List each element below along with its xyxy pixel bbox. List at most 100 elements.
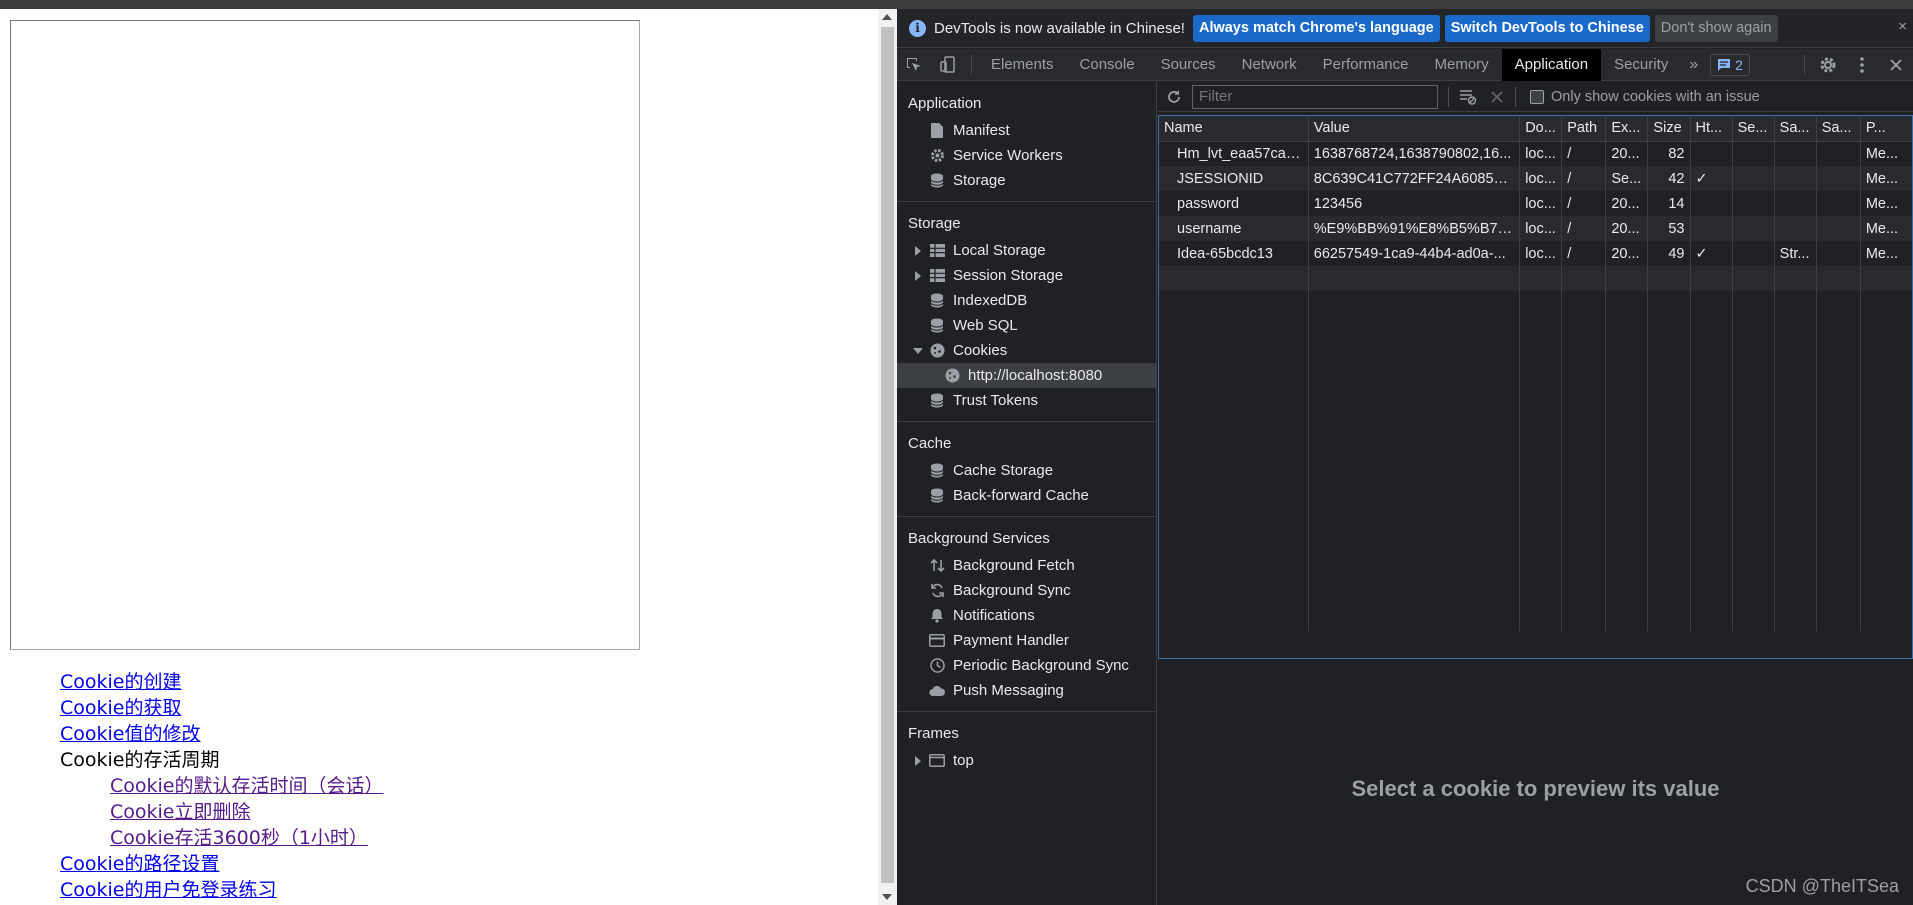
collapse-arrow-icon[interactable] [913,348,923,354]
table-cell: Me... [1860,216,1912,241]
only-issue-checkbox[interactable] [1530,89,1544,104]
delete-icon[interactable] [1491,90,1503,103]
sidebar-item-label: Payment Handler [953,632,1069,649]
scroll-up-arrow-icon[interactable] [882,14,892,20]
inspect-element-icon[interactable] [897,49,931,81]
page-link[interactable]: Cookie的路径设置 [60,851,384,877]
tab-application[interactable]: Application [1501,48,1602,81]
only-issue-label: Only show cookies with an issue [1551,88,1760,105]
page-link[interactable]: Cookie存活3600秒（1小时） [60,825,384,851]
table-cell [1860,266,1912,291]
tab-elements[interactable]: Elements [978,49,1067,81]
close-icon[interactable]: × [1898,18,1907,35]
page-link[interactable]: Cookie的创建 [60,669,384,695]
sidebar-item-local-storage[interactable]: Local Storage [897,238,1156,263]
sidebar-item-background-fetch[interactable]: Background Fetch [897,553,1156,578]
filter-input[interactable] [1192,84,1438,109]
expand-arrow-icon[interactable] [915,756,921,766]
table-cell [1774,266,1817,291]
sidebar-item-cookies[interactable]: Cookies [897,338,1156,363]
column-header[interactable]: Se... [1732,116,1775,142]
table-cell [1690,291,1733,631]
tab-console[interactable]: Console [1067,49,1148,81]
tab-memory[interactable]: Memory [1422,49,1502,81]
page-link[interactable]: Cookie的默认存活时间（会话） [60,773,384,799]
table-cell: 123456 [1308,191,1521,216]
sidebar-item-web-sql[interactable]: Web SQL [897,313,1156,338]
dont-show-again-button[interactable]: Don't show again [1654,14,1778,42]
expand-arrow-icon[interactable] [915,271,921,281]
table-cell: ✓ [1690,241,1733,266]
sidebar-item-background-sync[interactable]: Background Sync [897,578,1156,603]
tab-performance[interactable]: Performance [1310,49,1422,81]
column-header[interactable]: Name [1159,116,1309,142]
column-header[interactable]: Do... [1519,116,1563,142]
table-row[interactable]: username %E9%BB%91%E8%B5%B7%... loc.../20.… [1159,216,1912,241]
sidebar-item-indexeddb[interactable]: IndexedDB [897,288,1156,313]
sidebar-item-label: top [953,752,974,769]
table-row[interactable]: Hm_lvt_eaa57ca4... 1638768724,1638790802,… [1159,141,1912,166]
issues-badge[interactable]: 2 [1710,53,1750,76]
database-icon [929,173,945,189]
scroll-down-arrow-icon[interactable] [882,894,892,900]
sidebar-item-service-workers[interactable]: Service Workers [897,143,1156,168]
application-sidebar: Application Manifest Service Workers Sto… [897,82,1157,905]
more-tabs-icon[interactable]: » [1681,56,1706,74]
page-scrollbar[interactable] [878,9,897,905]
page-link[interactable]: Cookie立即删除 [60,799,384,825]
column-header[interactable]: Sa... [1774,116,1817,142]
table-cell: 20... [1605,141,1649,166]
column-header[interactable]: Path [1561,116,1607,142]
column-header[interactable]: Ex... [1605,116,1649,142]
cookie-icon [944,368,960,384]
issues-count: 2 [1735,56,1743,73]
sidebar-item-push-messaging[interactable]: Push Messaging [897,678,1156,703]
clear-filtered-icon[interactable] [1459,89,1477,105]
table-cell [1774,141,1817,166]
column-header[interactable]: Size [1647,116,1691,142]
column-header[interactable]: Ht... [1690,116,1733,142]
tab-network[interactable]: Network [1229,49,1310,81]
refresh-icon[interactable] [1166,89,1182,105]
sidebar-item-manifest[interactable]: Manifest [897,118,1156,143]
page-link[interactable]: Cookie的获取 [60,695,384,721]
page-link[interactable]: Cookie的用户免登录练习 [60,877,384,903]
column-header[interactable]: P... [1860,116,1912,142]
scrollbar-thumb[interactable] [881,27,894,883]
section-cache: Cache [908,434,952,452]
infobar-message: DevTools is now available in Chinese! [934,19,1185,37]
section-storage: Storage [908,214,961,232]
page-link[interactable]: Cookie值的修改 [60,721,384,747]
tab-sources[interactable]: Sources [1148,49,1229,81]
table-row[interactable]: password 123456 loc.../20... 14 Me... [1159,191,1912,216]
table-row[interactable]: Idea-65bcdc13 66257549-1ca9-44b4-ad0a-...… [1159,241,1912,266]
sidebar-item-back-forward-cache[interactable]: Back-forward Cache [897,483,1156,508]
column-header[interactable]: Sa... [1816,116,1861,142]
column-header[interactable]: Value [1308,116,1521,142]
table-cell [1519,266,1563,291]
sidebar-item-payment-handler[interactable]: Payment Handler [897,628,1156,653]
sidebar-item-label: Trust Tokens [953,392,1039,409]
gear-icon[interactable] [1811,49,1845,81]
table-cell: %E9%BB%91%E8%B5%B7%... [1308,216,1521,241]
sidebar-item-periodic-background-sync[interactable]: Periodic Background Sync [897,653,1156,678]
table-cell: / [1561,241,1607,266]
sidebar-item-cache-storage[interactable]: Cache Storage [897,458,1156,483]
sidebar-item-label: Cache Storage [953,462,1054,479]
sidebar-item-trust-tokens[interactable]: Trust Tokens [897,388,1156,413]
sidebar-item-storage[interactable]: Storage [897,168,1156,193]
kebab-menu-icon[interactable] [1845,49,1879,81]
tab-security[interactable]: Security [1601,49,1681,81]
expand-arrow-icon[interactable] [915,246,921,256]
table-cell: 82 [1647,141,1691,166]
switch-chinese-button[interactable]: Switch DevTools to Chinese [1444,14,1650,42]
match-language-button[interactable]: Always match Chrome's language [1192,14,1440,42]
sidebar-item-session-storage[interactable]: Session Storage [897,263,1156,288]
sidebar-item-frame-top[interactable]: top [897,748,1156,773]
table-row[interactable]: JSESSIONID 8C639C41C772FF24A6085B... loc..… [1159,166,1912,191]
sidebar-item-cookie-origin[interactable]: http://localhost:8080 [897,363,1156,388]
device-toolbar-icon[interactable] [931,49,965,81]
close-devtools-icon[interactable] [1879,49,1913,81]
sidebar-item-notifications[interactable]: Notifications [897,603,1156,628]
table-cell: password [1159,191,1309,216]
